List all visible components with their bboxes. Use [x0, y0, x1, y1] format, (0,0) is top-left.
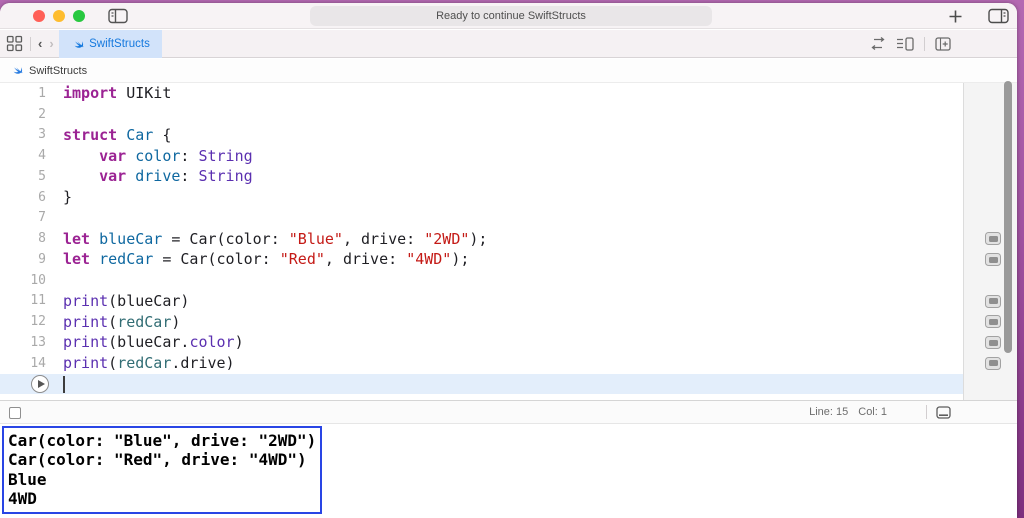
toggle-inspector-icon[interactable] [988, 8, 1009, 24]
console-output-line: Car(color: "Blue", drive: "2WD") [8, 431, 315, 450]
activity-status: Ready to continue SwiftStructs [310, 6, 712, 26]
result-thumbnail-icon [989, 340, 998, 346]
result-thumbnail-icon [989, 298, 998, 304]
line-number: 1 [0, 86, 46, 101]
run-playground-button[interactable] [31, 375, 49, 393]
code-line-9[interactable]: 9let redCar = Car(color: "Red", drive: "… [0, 249, 963, 270]
result-thumbnail-icon [989, 236, 998, 242]
swift-file-icon [71, 38, 84, 51]
code-text: import UIKit [46, 84, 171, 102]
show-result-button-line-14[interactable] [985, 357, 1001, 370]
code-line-15[interactable] [0, 374, 963, 395]
line-number: 14 [0, 356, 46, 371]
status-line-number: Line: 15 [809, 406, 848, 418]
divider [926, 405, 927, 419]
jump-bar[interactable]: SwiftStructs [0, 59, 1017, 83]
code-text: var drive: String [46, 167, 253, 185]
add-tab-icon[interactable] [948, 9, 963, 24]
line-number: 10 [0, 273, 46, 288]
code-line-14[interactable]: 14print(redCar.drive) [0, 353, 963, 374]
line-number: 4 [0, 148, 46, 163]
go-back-icon[interactable]: ‹ [38, 36, 42, 51]
show-result-button-line-9[interactable] [985, 253, 1001, 266]
code-line-2[interactable]: 2 [0, 104, 963, 125]
code-text: print(redCar) [46, 313, 180, 331]
line-number: 11 [0, 293, 46, 308]
code-text: struct Car { [46, 126, 171, 144]
line-number: 13 [0, 335, 46, 350]
line-number: 5 [0, 169, 46, 184]
console-output: Car(color: "Blue", drive: "2WD")Car(colo… [2, 426, 322, 514]
line-number: 7 [0, 210, 46, 225]
toggle-debug-area-icon[interactable] [936, 406, 951, 419]
console-output-line: Car(color: "Red", drive: "4WD") [8, 450, 315, 469]
zoom-window-button[interactable] [73, 10, 85, 22]
show-result-button-line-11[interactable] [985, 295, 1001, 308]
go-forward-icon[interactable]: › [49, 36, 53, 51]
console-output-line: Blue [8, 470, 315, 489]
code-line-1[interactable]: 1import UIKit [0, 83, 963, 104]
tab-swiftstructs[interactable]: SwiftStructs [59, 30, 162, 58]
code-text: let redCar = Car(color: "Red", drive: "4… [46, 250, 469, 268]
tab-bar: ‹ › SwiftStructs [0, 30, 1017, 58]
line-number: 12 [0, 314, 46, 329]
line-number: 6 [0, 190, 46, 205]
result-thumbnail-icon [989, 319, 998, 325]
code-line-12[interactable]: 12print(redCar) [0, 311, 963, 332]
swift-file-icon [10, 64, 23, 77]
toggle-left-sidebar-icon[interactable] [108, 8, 128, 24]
tab-label: SwiftStructs [89, 38, 150, 50]
code-text: print(redCar.drive) [46, 354, 235, 372]
code-line-8[interactable]: 8let blueCar = Car(color: "Blue", drive:… [0, 228, 963, 249]
show-result-button-line-12[interactable] [985, 315, 1001, 328]
jump-bar-file-label: SwiftStructs [29, 65, 87, 77]
code-line-3[interactable]: 3struct Car { [0, 125, 963, 146]
text-cursor [63, 376, 65, 393]
line-number: 8 [0, 231, 46, 246]
code-editor[interactable]: 1import UIKit23struct Car {4 var color: … [0, 83, 963, 400]
divider [924, 37, 925, 51]
code-text: print(blueCar.color) [46, 333, 244, 351]
result-thumbnail-icon [989, 360, 998, 366]
code-text: var color: String [46, 147, 253, 165]
line-number: 9 [0, 252, 46, 267]
close-window-button[interactable] [33, 10, 45, 22]
console-area: Car(color: "Blue", drive: "2WD")Car(colo… [0, 425, 1017, 518]
minimize-window-button[interactable] [53, 10, 65, 22]
console-checkbox-icon[interactable] [9, 407, 21, 419]
titlebar: Ready to continue SwiftStructs [0, 3, 1017, 29]
line-number: 3 [0, 127, 46, 142]
debug-bar: Line: 15 Col: 1 [0, 400, 1017, 424]
line-number: 2 [0, 107, 46, 122]
console-output-line: 4WD [8, 489, 315, 508]
code-line-4[interactable]: 4 var color: String [0, 145, 963, 166]
editor-scrollbar[interactable] [1004, 81, 1012, 353]
editor-options-icon[interactable] [896, 37, 914, 51]
code-line-6[interactable]: 6} [0, 187, 963, 208]
code-line-5[interactable]: 5 var drive: String [0, 166, 963, 187]
activity-status-text: Ready to continue SwiftStructs [436, 10, 586, 22]
show-result-button-line-13[interactable] [985, 336, 1001, 349]
add-editor-icon[interactable] [935, 37, 951, 51]
code-line-10[interactable]: 10 [0, 270, 963, 291]
show-result-button-line-8[interactable] [985, 232, 1001, 245]
code-text: } [46, 188, 72, 206]
window-controls [33, 10, 85, 22]
code-text: let blueCar = Car(color: "Blue", drive: … [46, 230, 487, 248]
code-line-11[interactable]: 11print(blueCar) [0, 291, 963, 312]
code-text: print(blueCar) [46, 292, 189, 310]
play-icon [38, 380, 45, 388]
code-line-13[interactable]: 13print(blueCar.color) [0, 332, 963, 353]
code-review-icon[interactable] [870, 37, 886, 50]
result-thumbnail-icon [989, 257, 998, 263]
xcode-window: Ready to continue SwiftStructs ‹ › Swift… [0, 3, 1017, 518]
status-col-number: Col: 1 [858, 406, 887, 418]
code-line-7[interactable]: 7 [0, 208, 963, 229]
related-items-grid-icon[interactable] [6, 35, 23, 52]
divider [30, 37, 31, 51]
